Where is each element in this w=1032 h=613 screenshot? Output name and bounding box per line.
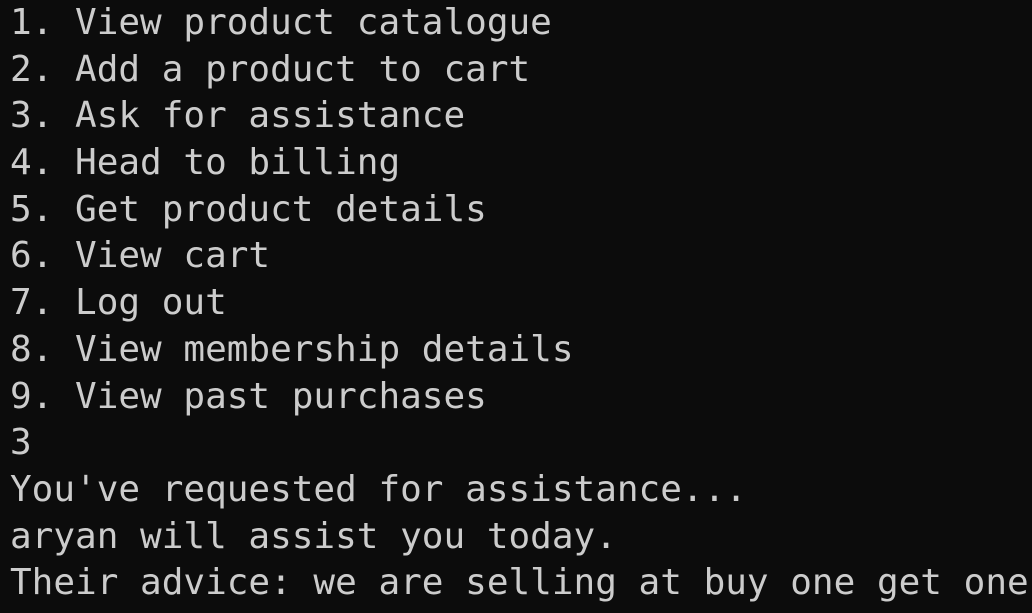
menu-option-9: 9. View past purchases: [10, 375, 487, 417]
menu-option-5: 5. Get product details: [10, 188, 487, 230]
user-input-line: 3: [10, 422, 32, 464]
menu-option-3: 3. Ask for assistance: [10, 95, 466, 137]
menu-option-8: 8. View membership details: [10, 328, 574, 370]
output-line-assistant: aryan will assist you today.: [10, 515, 617, 557]
menu-option-2: 2. Add a product to cart: [10, 48, 531, 90]
menu-option-6: 6. View cart: [10, 235, 271, 277]
menu-option-7: 7. Log out: [10, 282, 227, 324]
output-line-request: You've requested for assistance...: [10, 468, 747, 510]
terminal-window[interactable]: 1. View product catalogue 2. Add a produ…: [0, 0, 1032, 613]
menu-option-1: 1. View product catalogue: [10, 2, 552, 43]
output-line-advice: Their advice: we are selling at buy one …: [10, 562, 1032, 604]
menu-option-4: 4. Head to billing: [10, 142, 401, 184]
terminal-left-edge: [0, 0, 8, 613]
